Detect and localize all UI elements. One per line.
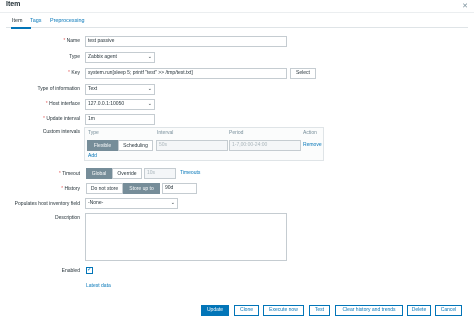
history-input[interactable]: 90d — [162, 183, 197, 194]
timeout-label: * Timeout — [58, 171, 80, 177]
key-select-button[interactable]: Select — [290, 68, 316, 79]
update-button[interactable]: Update — [201, 305, 229, 316]
chevron-down-icon: ⌄ — [170, 200, 175, 206]
type-of-information-select[interactable]: Text ⌄ — [85, 84, 155, 95]
dialog-title: Item — [6, 1, 21, 8]
name-input[interactable]: test passive — [85, 36, 287, 47]
execute-now-button[interactable]: Execute now — [263, 305, 304, 316]
update-interval-input[interactable]: 1m — [85, 114, 155, 125]
tab-tags[interactable]: Tags — [30, 18, 41, 24]
col-interval-header: Interval — [157, 130, 174, 136]
name-label: * Name — [63, 38, 80, 44]
chevron-down-icon: ⌄ — [147, 101, 152, 107]
flexible-toggle[interactable]: Flexible — [87, 140, 118, 151]
timeout-input[interactable]: 10s — [144, 168, 176, 179]
tab-bar: Item Tags Preprocessing — [6, 15, 468, 29]
custom-intervals-label: Custom intervals — [42, 129, 80, 135]
scheduling-toggle[interactable]: Scheduling — [118, 140, 153, 151]
close-icon[interactable]: ✕ — [462, 2, 468, 10]
key-label: * Key — [68, 70, 80, 76]
tab-item[interactable]: Item — [12, 18, 22, 24]
type-select[interactable]: Zabbix agent ⌄ — [85, 52, 155, 63]
history-label: * History — [61, 186, 80, 192]
interval-input[interactable]: 50s — [156, 140, 228, 151]
dialog-titlebar: Item ✕ — [0, 0, 474, 13]
active-tab-indicator — [11, 27, 31, 29]
period-input[interactable]: 1-7,00:00-24:00 — [229, 140, 301, 151]
clone-button[interactable]: Clone — [234, 305, 259, 316]
custom-intervals-table: Type Interval Period Action Flexible Sch… — [84, 127, 324, 161]
timeout-override-toggle[interactable]: Override — [112, 168, 142, 179]
type-label: Type — [69, 54, 80, 60]
remove-interval-link[interactable]: Remove — [303, 142, 322, 148]
history-store-up-to-toggle[interactable]: Store up to — [123, 183, 160, 194]
col-period-header: Period — [229, 130, 244, 136]
clear-history-button[interactable]: Clear history and trends — [335, 305, 403, 316]
chevron-down-icon: ⌄ — [147, 54, 152, 60]
inventory-field-label: Populates host inventory field — [14, 201, 80, 207]
latest-data-link[interactable]: Latest data — [86, 283, 111, 289]
cancel-button[interactable]: Cancel — [435, 305, 462, 316]
key-input[interactable]: system.run[sleep 5; printf "test" >> /tm… — [85, 68, 287, 79]
timeouts-link[interactable]: Timeouts — [180, 170, 200, 176]
description-textarea[interactable] — [85, 213, 287, 261]
history-do-not-store-toggle[interactable]: Do not store — [86, 183, 123, 194]
checkmark-icon: ✓ — [87, 267, 93, 273]
description-label: Description — [54, 215, 80, 221]
delete-button[interactable]: Delete — [407, 305, 431, 316]
test-button[interactable]: Test — [309, 305, 330, 316]
type-of-information-label: Type of information — [37, 86, 80, 92]
col-action-header: Action — [303, 130, 317, 136]
enabled-label: Enabled — [61, 268, 80, 274]
inventory-field-select[interactable]: -None- ⌄ — [85, 198, 178, 209]
add-interval-link[interactable]: Add — [88, 153, 97, 159]
host-interface-select[interactable]: 127.0.0.1:10050 ⌄ — [85, 99, 155, 110]
update-interval-label: * Update interval — [43, 116, 80, 122]
timeout-global-toggle[interactable]: Global — [86, 168, 112, 179]
col-type-header: Type — [88, 130, 99, 136]
chevron-down-icon: ⌄ — [147, 86, 152, 92]
enabled-checkbox[interactable]: ✓ — [86, 267, 93, 274]
tab-preprocessing[interactable]: Preprocessing — [50, 18, 84, 24]
host-interface-label: * Host interface — [45, 101, 80, 107]
